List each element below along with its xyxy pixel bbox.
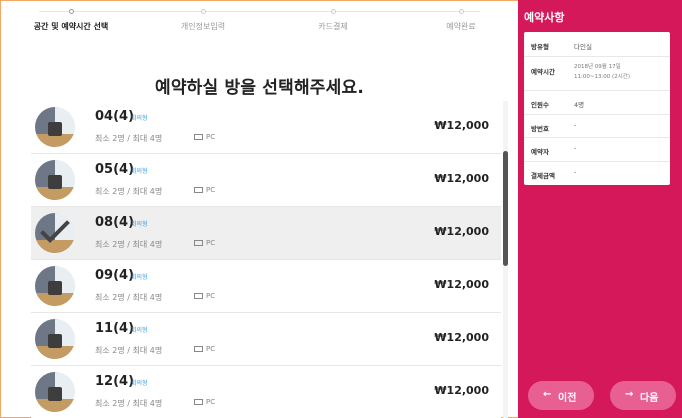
room-row-04[interactable]: 04(4) 회의형 최소 2명 / 최대 4명 PC ₩12,000: [31, 101, 501, 154]
pc-feature: PC: [194, 239, 215, 247]
room-type: 회의형: [131, 115, 148, 122]
room-capacity: 최소 2명 / 최대 4명: [95, 293, 163, 302]
room-name: 09(4): [95, 268, 135, 283]
summary-date: 2018년 09월 17일: [574, 64, 621, 70]
summary-value: -: [574, 121, 577, 129]
room-capacity: 최소 2명 / 최대 4명: [95, 134, 163, 143]
room-name: 12(4): [95, 374, 135, 389]
monitor-icon: [194, 293, 203, 299]
room-thumbnail: [35, 213, 75, 253]
room-selection-panel: 공간 및 예약시간 선택 개인정보입력 카드결제 예약완료 예약하실 방을 선택…: [0, 0, 518, 418]
summary-value: -: [574, 144, 577, 152]
step-label: 공간 및 예약시간 선택: [33, 22, 109, 31]
room-row-11[interactable]: 11(4) 회의형 최소 2명 / 최대 4명 PC ₩12,000: [31, 313, 501, 366]
summary-row-people: 인원수 4명: [524, 91, 670, 115]
step-personal-info: 개인정보입력: [143, 1, 263, 32]
prev-button[interactable]: ← 이전: [528, 381, 594, 410]
monitor-icon: [194, 187, 203, 193]
summary-row-booker: 예약자 -: [524, 138, 670, 162]
monitor-icon: [194, 399, 203, 405]
room-thumbnail: [35, 372, 75, 412]
step-complete: 예약완료: [401, 1, 521, 32]
room-type: 회의형: [131, 168, 148, 175]
step-dot: [68, 9, 74, 14]
room-capacity: 최소 2명 / 최대 4명: [95, 399, 163, 408]
room-row-12[interactable]: 12(4) 회의형 최소 2명 / 최대 4명 PC ₩12,000: [31, 366, 501, 418]
room-type: 회의형: [131, 380, 148, 387]
summary-key: 인원수: [531, 101, 549, 109]
summary-key: 예약자: [531, 148, 549, 156]
summary-row-room-type: 방유형 다인실: [524, 32, 670, 57]
summary-title: 예약사항: [524, 11, 565, 24]
room-row-08[interactable]: 08(4) 회의형 최소 2명 / 최대 4명 PC ₩12,000: [31, 207, 501, 260]
room-type: 회의형: [131, 221, 148, 228]
room-thumbnail: [35, 266, 75, 306]
room-thumbnail: [35, 160, 75, 200]
summary-value: 4명: [574, 101, 585, 109]
reservation-summary-panel: 예약사항 방유형 다인실 예약시간 2018년 09월 17일 11:00~13…: [518, 0, 682, 418]
step-label: 개인정보입력: [180, 22, 226, 31]
room-name: 04(4): [95, 109, 135, 124]
step-card-payment: 카드결제: [273, 1, 393, 32]
room-price: ₩12,000: [434, 331, 489, 344]
page-title: 예약하실 방을 선택해주세요.: [155, 78, 364, 98]
room-price: ₩12,000: [434, 172, 489, 185]
summary-value: 다인실: [574, 43, 592, 51]
summary-key: 결제금액: [531, 172, 555, 180]
arrow-left-icon: ←: [543, 389, 552, 400]
summary-time-range: 11:00~13:00 (2시간): [574, 74, 630, 80]
next-button[interactable]: → 다음: [610, 381, 676, 410]
summary-key: 예약시간: [531, 68, 555, 76]
room-row-09[interactable]: 09(4) 회의형 최소 2명 / 최대 4명 PC ₩12,000: [31, 260, 501, 313]
room-thumbnail: [35, 319, 75, 359]
pc-feature: PC: [194, 398, 215, 406]
room-price: ₩12,000: [434, 119, 489, 132]
room-thumbnail: [35, 107, 75, 147]
pc-feature: PC: [194, 133, 215, 141]
step-label: 카드결제: [318, 22, 348, 31]
pc-feature: PC: [194, 292, 215, 300]
room-name: 05(4): [95, 162, 135, 177]
step-select-room: 공간 및 예약시간 선택: [11, 1, 131, 32]
room-row-05[interactable]: 05(4) 회의형 최소 2명 / 최대 4명 PC ₩12,000: [31, 154, 501, 207]
room-type: 회의형: [131, 327, 148, 334]
room-price: ₩12,000: [434, 278, 489, 291]
step-dot: [330, 9, 336, 14]
room-price: ₩12,000: [434, 384, 489, 397]
summary-card: 방유형 다인실 예약시간 2018년 09월 17일 11:00~13:00 (…: [524, 32, 670, 185]
step-label: 예약완료: [446, 22, 476, 31]
step-dot: [458, 9, 464, 14]
scrollbar-thumb[interactable]: [503, 151, 508, 266]
room-list[interactable]: 04(4) 회의형 최소 2명 / 최대 4명 PC ₩12,000 05(4)…: [31, 101, 514, 418]
room-capacity: 최소 2명 / 최대 4명: [95, 346, 163, 355]
room-price: ₩12,000: [434, 225, 489, 238]
room-name: 08(4): [95, 215, 135, 230]
step-dot: [200, 9, 206, 14]
room-capacity: 최소 2명 / 최대 4명: [95, 240, 163, 249]
monitor-icon: [194, 240, 203, 246]
room-name: 11(4): [95, 321, 135, 336]
summary-row-amount: 결제금액 -: [524, 162, 670, 185]
summary-key: 방번호: [531, 125, 549, 133]
next-label: 다음: [640, 393, 659, 404]
step-indicator: 공간 및 예약시간 선택 개인정보입력 카드결제 예약완료: [1, 1, 518, 41]
summary-value: -: [574, 168, 577, 176]
monitor-icon: [194, 346, 203, 352]
pc-feature: PC: [194, 186, 215, 194]
monitor-icon: [194, 134, 203, 140]
summary-row-time: 예약시간 2018년 09월 17일 11:00~13:00 (2시간): [524, 57, 670, 91]
room-type: 회의형: [131, 274, 148, 281]
summary-row-room-no: 방번호 -: [524, 115, 670, 138]
room-capacity: 최소 2명 / 최대 4명: [95, 187, 163, 196]
summary-key: 방유형: [531, 43, 549, 51]
prev-label: 이전: [558, 393, 577, 404]
arrow-right-icon: →: [625, 389, 634, 400]
pc-feature: PC: [194, 345, 215, 353]
